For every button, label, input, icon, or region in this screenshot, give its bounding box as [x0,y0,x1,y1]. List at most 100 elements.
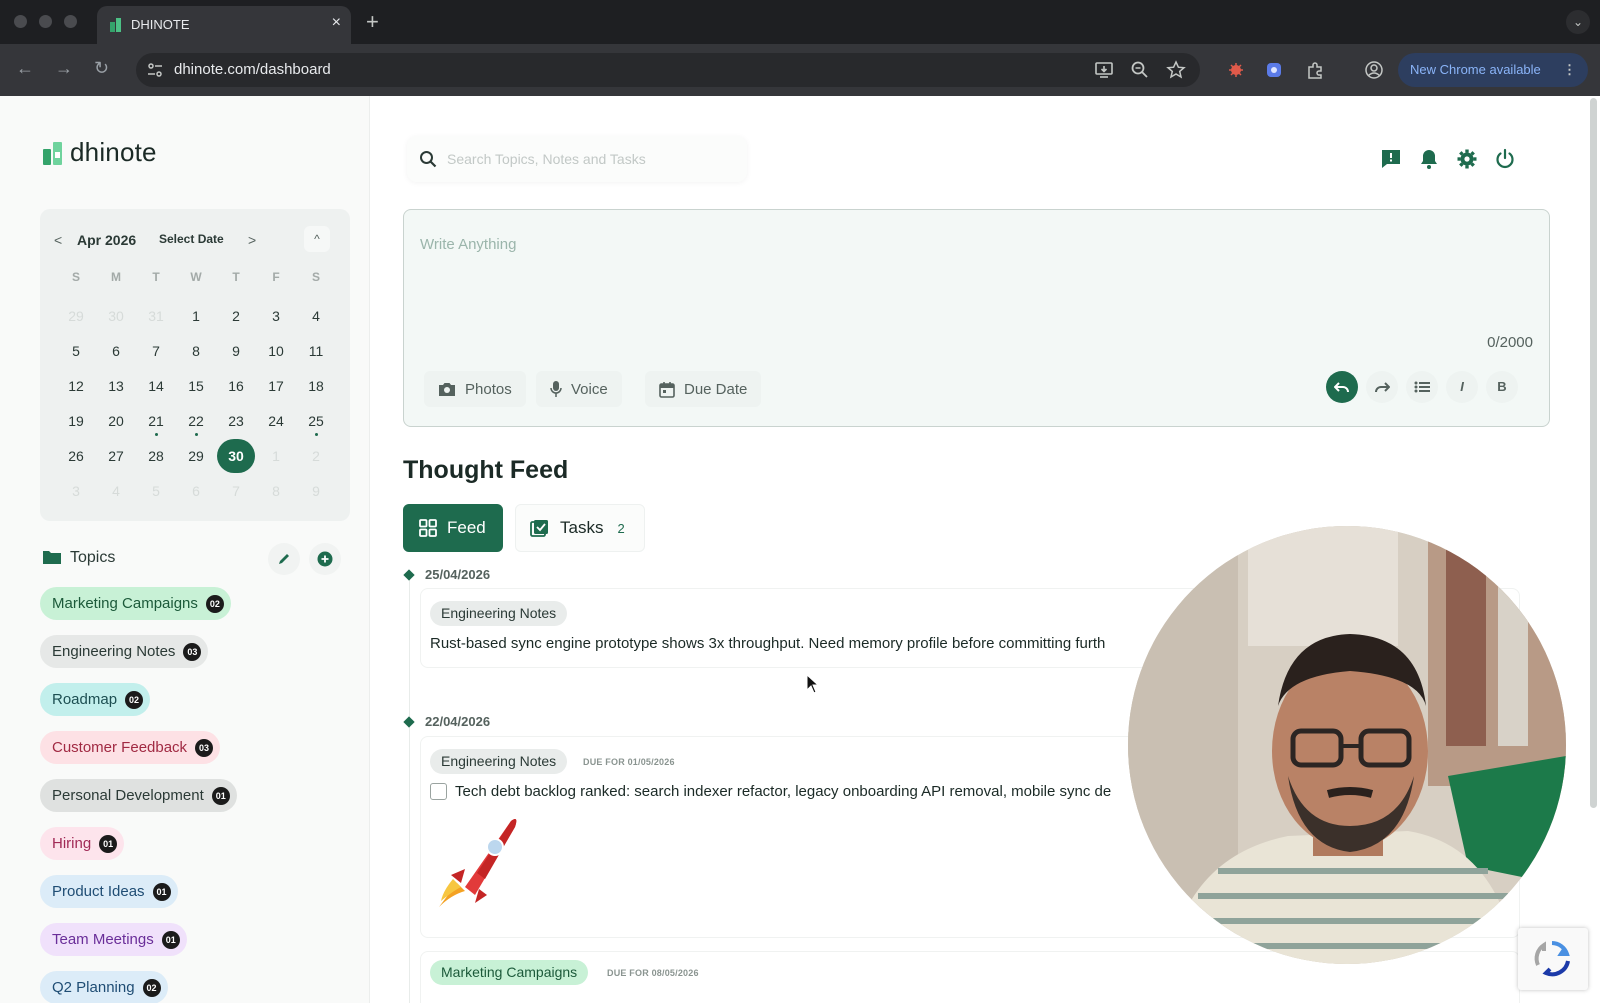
calendar-day[interactable]: 29 [56,299,96,334]
calendar-day[interactable]: 15 [176,369,216,404]
extensions-puzzle-icon[interactable] [1305,60,1325,80]
calendar-day[interactable]: 25 [296,404,336,439]
search-input[interactable] [447,148,737,170]
notification-bell-icon[interactable] [1418,148,1440,170]
topic-personal-development[interactable]: Personal Development 01 [40,779,237,812]
url-text[interactable]: dhinote.com/dashboard [174,61,331,78]
calendar-collapse-button[interactable]: ^ [304,226,330,252]
calendar-day[interactable]: 3 [56,474,96,509]
calendar-day[interactable]: 24 [256,404,296,439]
calendar-select-date-button[interactable]: Select Date [159,232,224,246]
calendar-day[interactable]: 19 [56,404,96,439]
reload-button[interactable]: ↻ [94,58,109,79]
calendar-day[interactable]: 28 [136,439,176,474]
calendar-next-month-button[interactable]: > [248,232,256,248]
bookmark-star-icon[interactable] [1166,60,1186,80]
topic-marketing-campaigns[interactable]: Marketing Campaigns 02 [40,587,231,620]
photos-button[interactable]: Photos [424,371,526,407]
calendar-day[interactable]: 27 [96,439,136,474]
calendar-day[interactable]: 26 [56,439,96,474]
search-box[interactable] [407,136,747,182]
calendar-day[interactable]: 23 [216,404,256,439]
calendar-day[interactable]: 2 [216,299,256,334]
window-close-dot[interactable] [14,15,27,28]
calendar-day[interactable]: 1 [176,299,216,334]
calendar-day[interactable]: 8 [176,334,216,369]
extension-bug-icon[interactable] [1226,60,1246,80]
calendar-day[interactable]: 8 [256,474,296,509]
topic-team-meetings[interactable]: Team Meetings 01 [40,923,187,956]
calendar-day-selected[interactable]: 30 [216,439,256,474]
settings-gear-icon[interactable] [1456,148,1478,170]
due-date-button[interactable]: Due Date [645,371,762,407]
brand-logo[interactable]: dhinote [42,137,157,168]
calendar-day[interactable]: 22 [176,404,216,439]
page-scrollbar[interactable] [1590,98,1597,808]
note-topic-tag[interactable]: Marketing Campaigns [430,960,589,985]
calendar-day[interactable]: 2 [296,439,336,474]
note-topic-tag[interactable]: Engineering Notes [430,601,568,626]
italic-button[interactable]: I [1446,371,1478,403]
calendar-day[interactable]: 21 [136,404,176,439]
back-button[interactable]: ← [16,58,34,79]
topic-hiring[interactable]: Hiring 01 [40,827,125,860]
edit-topics-button[interactable] [268,543,300,575]
calendar-day[interactable]: 12 [56,369,96,404]
calendar-day[interactable]: 13 [96,369,136,404]
window-zoom-dot[interactable] [64,15,77,28]
calendar-day[interactable]: 31 [136,299,176,334]
tab-feed[interactable]: Feed [403,504,503,552]
topic-roadmap[interactable]: Roadmap 02 [40,683,151,716]
calendar-day[interactable]: 4 [96,474,136,509]
recaptcha-badge[interactable] [1518,928,1588,990]
calendar-day[interactable]: 16 [216,369,256,404]
topic-q2-planning[interactable]: Q2 Planning 02 [40,971,168,1003]
feedback-icon[interactable] [1380,148,1402,170]
topic-product-ideas[interactable]: Product Ideas 01 [40,875,178,908]
new-tab-button[interactable]: + [366,9,379,35]
calendar-day[interactable]: 17 [256,369,296,404]
calendar-day[interactable]: 1 [256,439,296,474]
tab-search-button[interactable]: ⌄ [1566,10,1590,34]
calendar-day[interactable]: 7 [136,334,176,369]
add-topic-button[interactable] [309,543,341,575]
extension-blue-icon[interactable] [1264,60,1284,80]
profile-icon[interactable] [1364,60,1384,80]
calendar-day[interactable]: 9 [216,334,256,369]
calendar-day[interactable]: 7 [216,474,256,509]
task-checkbox[interactable] [430,783,447,800]
undo-button[interactable] [1326,371,1358,403]
calendar-day[interactable]: 29 [176,439,216,474]
calendar-day[interactable]: 30 [96,299,136,334]
voice-button[interactable]: Voice [536,371,622,407]
bullet-list-button[interactable] [1406,371,1438,403]
topic-customer-feedback[interactable]: Customer Feedback 03 [40,731,221,764]
calendar-day[interactable]: 20 [96,404,136,439]
calendar-day[interactable]: 10 [256,334,296,369]
calendar-prev-month-button[interactable]: < [54,232,62,248]
zoom-icon[interactable] [1130,60,1150,80]
power-logout-icon[interactable] [1494,148,1516,170]
tab-tasks[interactable]: Tasks 2 [515,504,645,552]
calendar-day[interactable]: 6 [176,474,216,509]
new-chrome-available-button[interactable]: New Chrome available ⋮ [1398,53,1588,87]
tab-close-icon[interactable]: × [332,14,341,32]
note-topic-tag[interactable]: Engineering Notes [430,749,568,774]
write-anything-input[interactable] [420,232,1420,256]
forward-button[interactable]: → [55,58,73,79]
browser-tab-dhinote[interactable]: DHINOTE × [97,6,351,44]
calendar-day[interactable]: 11 [296,334,336,369]
chrome-menu-icon[interactable]: ⋮ [1563,53,1576,87]
calendar-day[interactable]: 5 [56,334,96,369]
calendar-day[interactable]: 5 [136,474,176,509]
calendar-day[interactable]: 3 [256,299,296,334]
bold-button[interactable]: B [1486,371,1518,403]
site-info-icon[interactable] [146,61,164,79]
calendar-day[interactable]: 14 [136,369,176,404]
topic-engineering-notes[interactable]: Engineering Notes 03 [40,635,209,668]
address-bar[interactable]: dhinote.com/dashboard [136,53,1200,87]
redo-button[interactable] [1366,371,1398,403]
window-minimize-dot[interactable] [39,15,52,28]
calendar-day[interactable]: 9 [296,474,336,509]
install-app-icon[interactable] [1094,60,1114,80]
